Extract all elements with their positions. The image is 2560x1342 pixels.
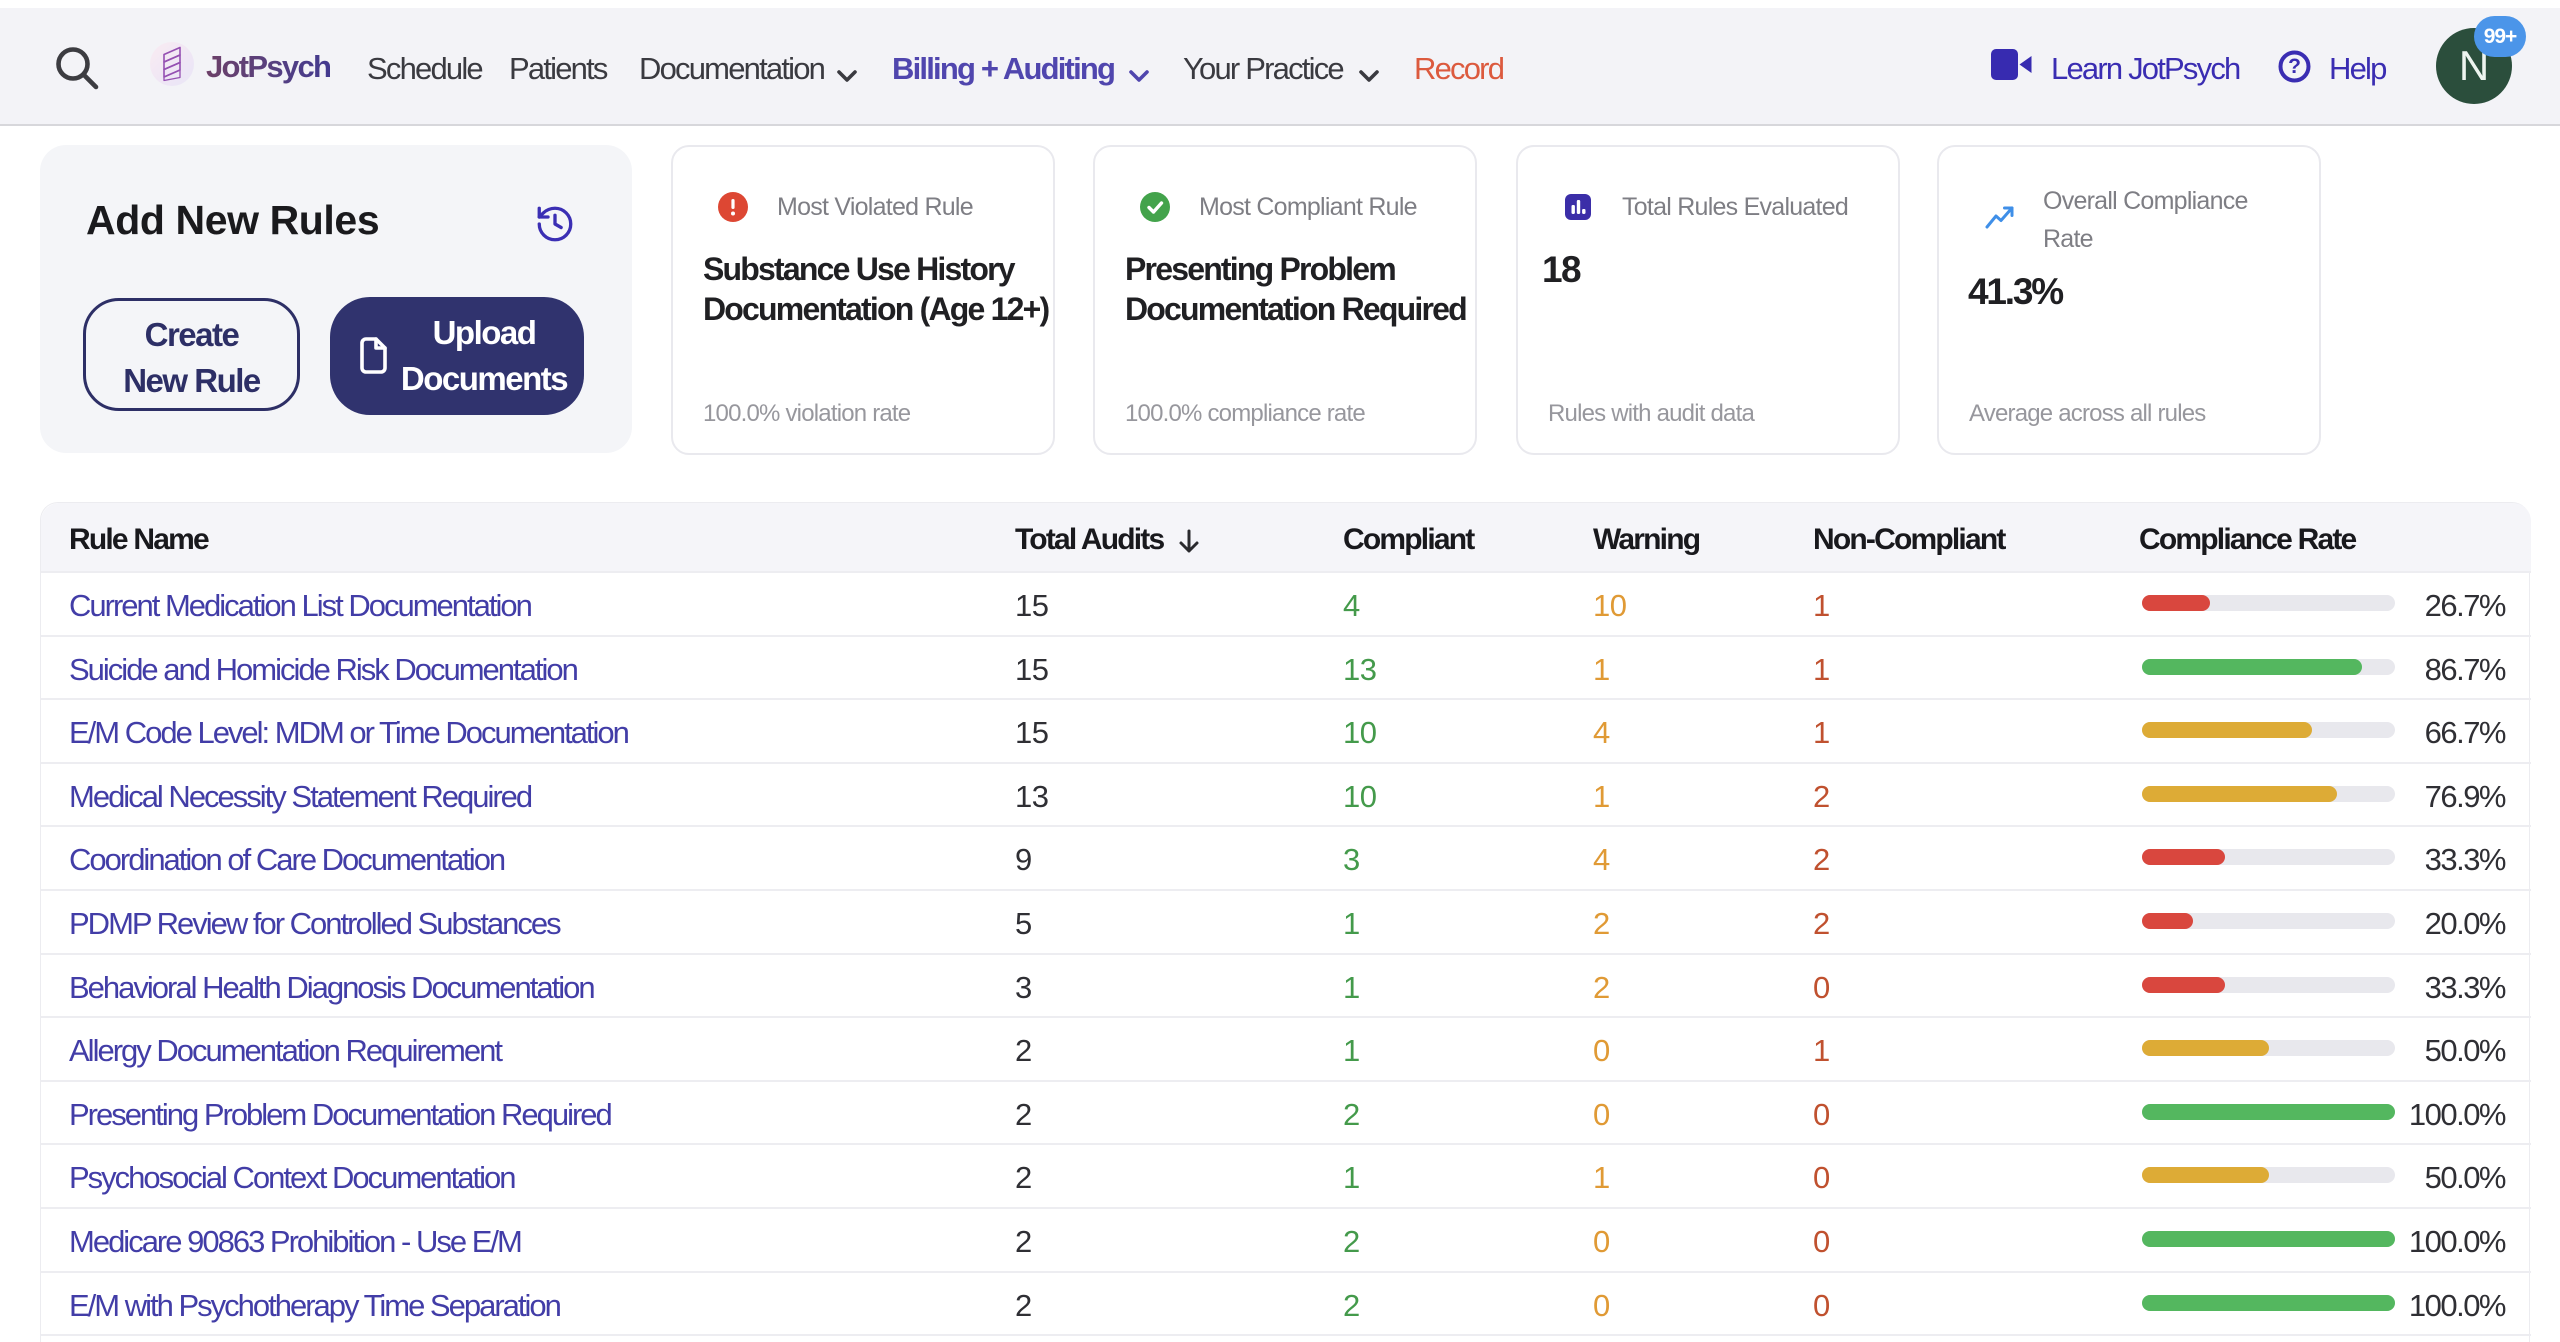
- svg-text:?: ?: [2288, 55, 2301, 78]
